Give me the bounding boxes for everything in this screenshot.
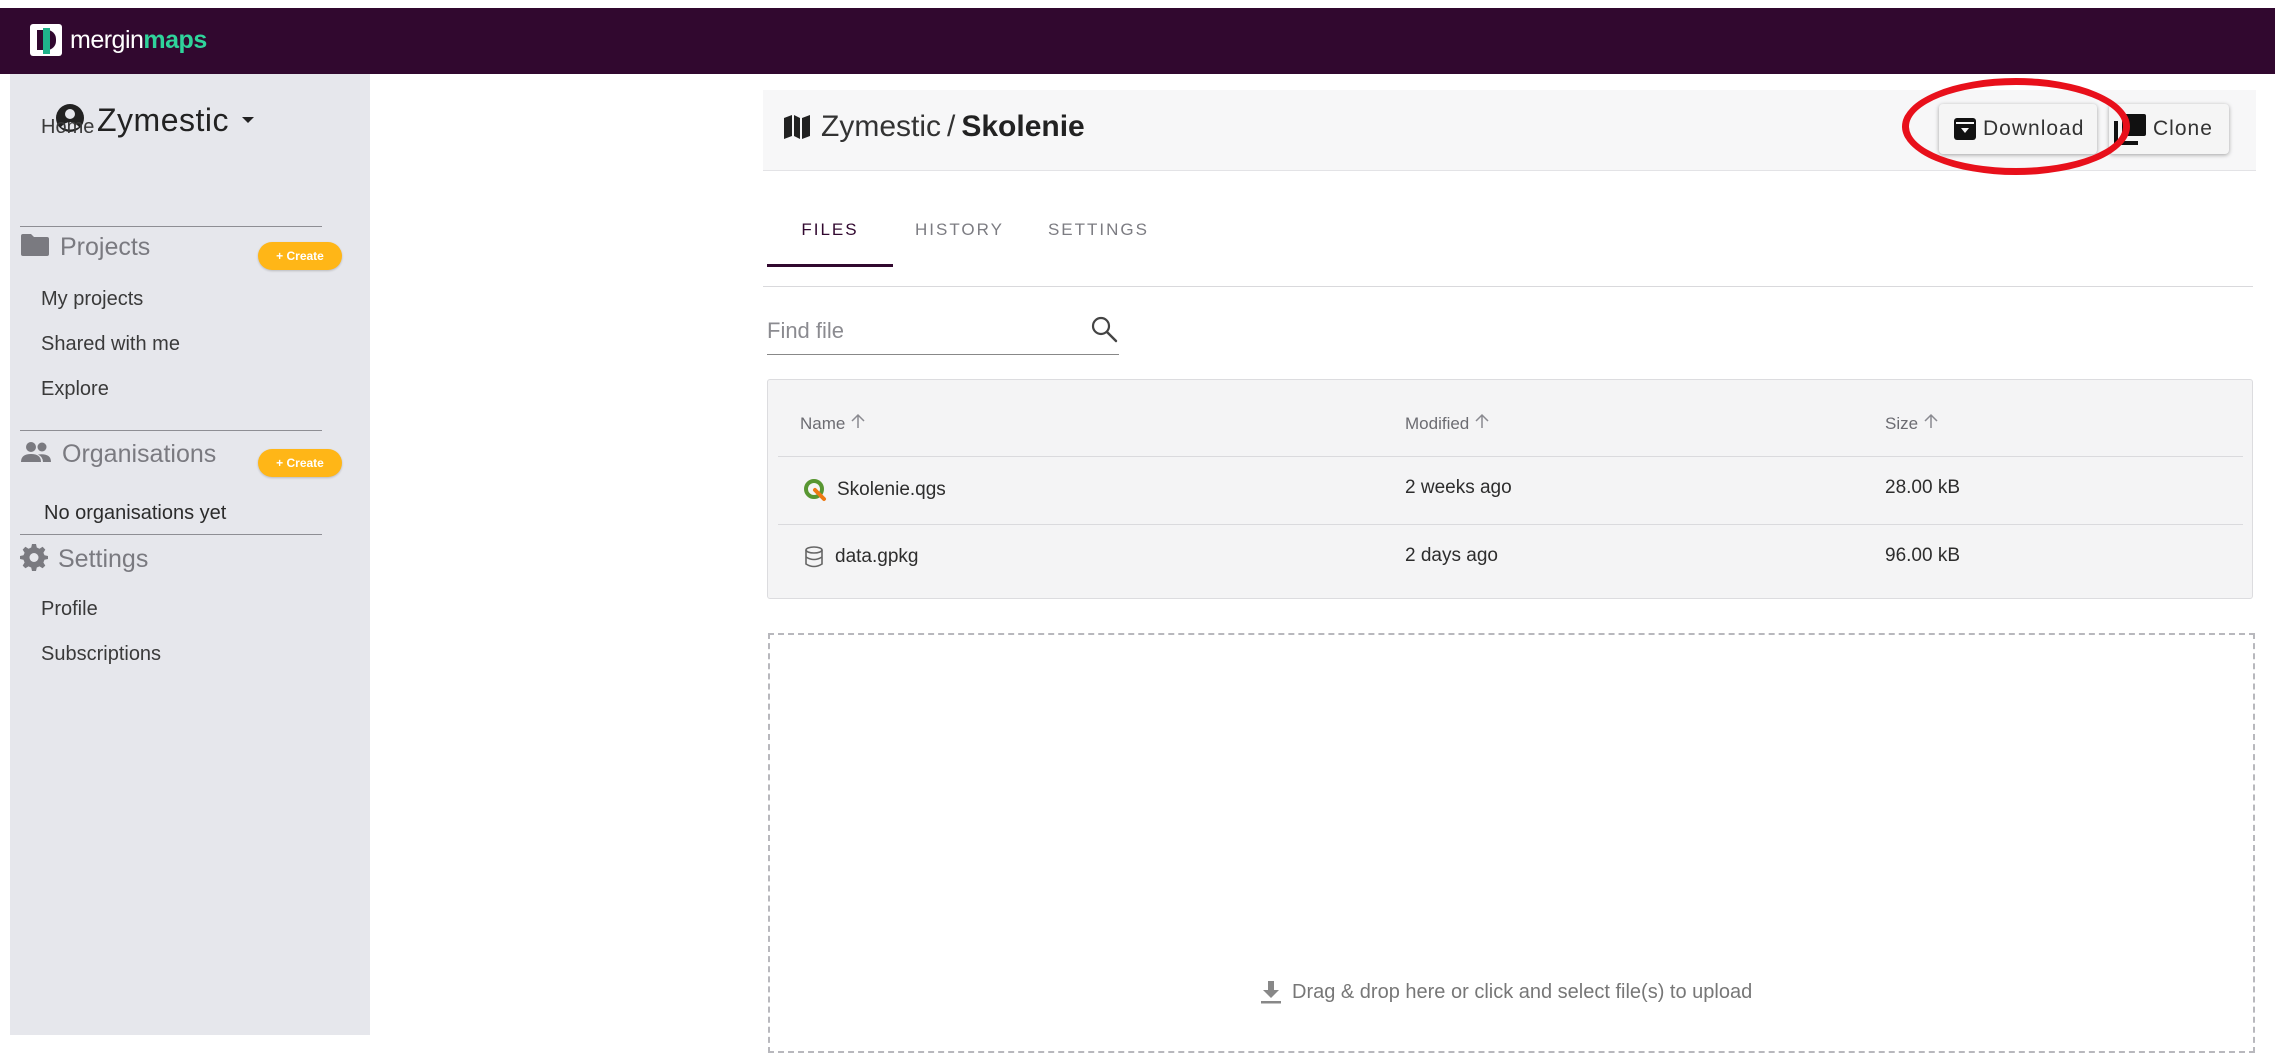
download-box-icon [1953, 117, 1977, 141]
download-arrow-icon [1260, 980, 1282, 1004]
caret-down-icon [241, 112, 255, 130]
sidebar-item-home[interactable]: Home [41, 116, 94, 139]
breadcrumb-separator: / [947, 110, 956, 143]
no-organisations-text: No organisations yet [44, 502, 227, 524]
breadcrumb-namespace[interactable]: Zymestic [821, 110, 941, 144]
tab-files[interactable]: FILES [767, 208, 893, 267]
create-organisation-button[interactable]: + Create [258, 449, 342, 477]
database-icon [803, 546, 825, 568]
sidebar-item-explore[interactable]: Explore [41, 378, 109, 401]
project-header: Zymestic / Skolenie Download Clone [763, 90, 2256, 171]
create-project-button[interactable]: + Create [258, 242, 342, 270]
sort-arrow-up-icon [851, 413, 865, 434]
top-bar: merginmaps [0, 8, 2275, 74]
file-size-cell: 96.00 kB [1885, 545, 1960, 566]
tab-settings[interactable]: SETTINGS [1026, 208, 1171, 264]
clone-button[interactable]: Clone [2109, 104, 2229, 154]
table-row[interactable]: data.gpkg 2 days ago 96.00 kB [778, 525, 2243, 591]
settings-label: Settings [58, 545, 149, 573]
sidebar-item-subscriptions[interactable]: Subscriptions [41, 643, 161, 666]
clone-label: Clone [2153, 117, 2213, 140]
projects-section: Projects [20, 233, 150, 262]
gear-icon [20, 543, 48, 576]
tab-history[interactable]: HISTORY [893, 208, 1026, 264]
breadcrumb: Zymestic / Skolenie [783, 110, 1085, 144]
qgis-icon [803, 478, 827, 502]
column-header-size[interactable]: Size [1885, 413, 1938, 434]
folder-icon [20, 233, 50, 262]
column-header-name[interactable]: Name [800, 413, 865, 434]
sidebar-item-profile[interactable]: Profile [41, 598, 98, 621]
download-button[interactable]: Download [1939, 104, 2097, 154]
organisations-section: Organisations [20, 440, 216, 469]
sort-arrow-up-icon [1475, 413, 1489, 434]
mergin-maps-logo[interactable]: merginmaps [30, 24, 207, 56]
file-size-cell: 28.00 kB [1885, 477, 1960, 498]
user-name: Zymestic [97, 102, 229, 138]
breadcrumb-project: Skolenie [961, 110, 1085, 143]
find-file-input[interactable]: Find file [767, 312, 1119, 355]
column-header-modified[interactable]: Modified [1405, 413, 1489, 434]
project-tabs: FILES HISTORY SETTINGS [767, 208, 1171, 267]
organisations-label: Organisations [62, 440, 217, 468]
settings-section: Settings [20, 543, 148, 576]
sidebar-item-shared-with-me[interactable]: Shared with me [41, 333, 180, 356]
file-modified-cell: 2 days ago [1405, 545, 1498, 566]
sidebar-divider [20, 534, 322, 535]
table-row[interactable]: Skolenie.qgs 2 weeks ago 28.00 kB [778, 457, 2243, 523]
logo-icon [30, 24, 62, 56]
sort-arrow-up-icon [1924, 413, 1938, 434]
upload-dropzone[interactable]: Drag & drop here or click and select fil… [768, 633, 2255, 1053]
upload-message: Drag & drop here or click and select fil… [1260, 980, 1752, 1004]
tabs-divider [763, 286, 2253, 287]
sidebar-divider [20, 430, 322, 431]
logo-text: merginmaps [70, 25, 207, 54]
files-table: Name Modified Size Skolenie.qgs 2 weeks … [767, 379, 2253, 599]
clone-icon [2113, 113, 2147, 145]
file-name-cell: data.gpkg [803, 546, 918, 568]
download-label: Download [1983, 117, 2085, 140]
file-name-cell: Skolenie.qgs [803, 478, 946, 502]
sidebar-item-my-projects[interactable]: My projects [41, 288, 143, 311]
search-icon[interactable] [1089, 314, 1119, 349]
sidebar: Zymestic Home Projects + Create My proje… [10, 74, 370, 1035]
sidebar-divider [20, 226, 322, 227]
people-icon [20, 440, 52, 469]
projects-label: Projects [60, 233, 151, 261]
find-file-placeholder: Find file [767, 318, 845, 343]
file-modified-cell: 2 weeks ago [1405, 477, 1512, 498]
map-icon [783, 114, 811, 140]
